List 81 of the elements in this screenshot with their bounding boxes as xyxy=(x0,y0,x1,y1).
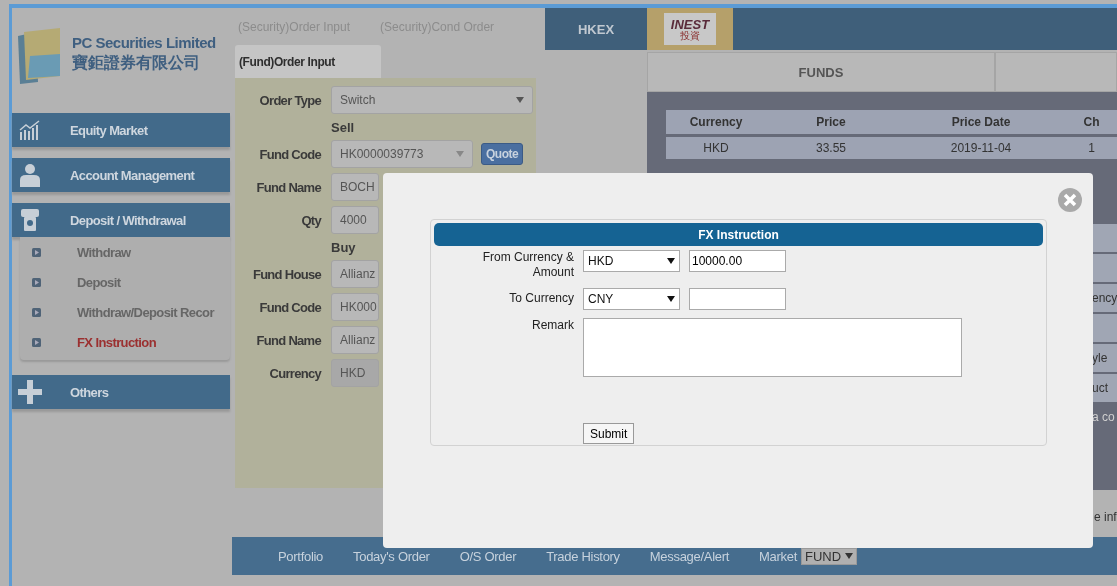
blank-tab[interactable] xyxy=(995,52,1117,92)
field-label: Fund Name xyxy=(255,179,323,195)
amount-field[interactable]: 10000.00 xyxy=(689,250,786,272)
sidebar-menu-item[interactable]: Others xyxy=(12,375,230,409)
sidebar-menu-item[interactable]: Deposit / Withdrawal xyxy=(12,203,230,237)
field-label: From Currency & Amount xyxy=(481,250,574,280)
input-field[interactable]: BOCH xyxy=(331,173,379,201)
dialog-title: FX Instruction xyxy=(434,223,1043,246)
field-label: Order Type xyxy=(258,92,323,108)
fund-code-combo[interactable]: HK0000039773 xyxy=(331,140,473,168)
chart-icon xyxy=(19,120,41,140)
caret-icon xyxy=(845,553,854,559)
input-field[interactable]: Allianz xyxy=(331,260,379,288)
table-cell: uct xyxy=(1092,374,1117,402)
field-label: Qty xyxy=(300,212,323,228)
note-text: a co xyxy=(1092,410,1116,424)
sidebar-menu-item[interactable]: Equity Market xyxy=(12,113,230,147)
quote-button[interactable]: Quote xyxy=(481,143,524,165)
column-header: Price Date xyxy=(950,115,1012,129)
company-name-chinese: 寶鉅證券有限公司 xyxy=(72,53,201,73)
section-heading: Buy xyxy=(331,239,356,255)
close-icon[interactable] xyxy=(1057,187,1083,213)
table-cell-text: 1 xyxy=(1087,141,1096,155)
submenu-item[interactable]: Withdraw xyxy=(20,237,230,267)
input-field[interactable]: HK000 xyxy=(331,293,379,321)
field-label: Fund Name xyxy=(255,332,323,348)
caret-icon xyxy=(667,296,675,302)
footer-text: e inf xyxy=(1094,510,1117,524)
market-label: Market xyxy=(759,548,797,564)
input-field[interactable]: 4000 xyxy=(331,206,379,234)
table-cell-text: 33.55 xyxy=(815,141,847,155)
remark-field[interactable] xyxy=(583,318,962,377)
field-label: To Currency xyxy=(508,290,574,306)
column-header: Currency xyxy=(688,115,744,129)
table-cell xyxy=(1092,224,1117,252)
bullet-icon xyxy=(32,307,41,317)
company-name: PC Securities Limited xyxy=(72,34,216,51)
caret-icon xyxy=(516,97,524,103)
order-tab[interactable]: (Fund)Order Input xyxy=(235,45,381,78)
bullet-icon xyxy=(32,337,41,347)
bullet-icon xyxy=(32,247,41,257)
table-cell-text: 2019-11-04 xyxy=(949,141,1013,155)
caret-icon xyxy=(456,151,464,157)
funds-tab[interactable]: FUNDS xyxy=(647,52,995,92)
field-label: Currency xyxy=(268,365,323,381)
submenu-item[interactable]: Deposit xyxy=(20,267,230,297)
order-type-select[interactable]: Switch xyxy=(331,86,533,114)
caret-icon xyxy=(667,258,675,264)
sidebar-menu-item[interactable]: Account Management xyxy=(12,158,230,192)
plus-icon xyxy=(18,380,42,404)
column-header: Price xyxy=(815,115,847,129)
market-tab[interactable]: HKEX xyxy=(545,8,647,50)
logo-word-chinese: 投資 xyxy=(680,30,700,41)
input-field[interactable]: HKD xyxy=(331,359,379,387)
table-cell: ency xyxy=(1092,284,1117,312)
nav-link[interactable]: Trade History xyxy=(546,548,620,564)
submenu-item[interactable]: Withdraw/Deposit Recor xyxy=(20,297,230,327)
input-field[interactable]: Allianz xyxy=(331,326,379,354)
section-heading: Sell xyxy=(331,119,355,135)
nav-link[interactable]: Portfolio xyxy=(278,548,323,564)
field-label: Fund House xyxy=(251,266,323,282)
table-cell xyxy=(1092,314,1117,342)
person-icon xyxy=(20,163,40,187)
logo-tab[interactable]: INEST 投資 xyxy=(647,8,733,50)
table-cell: yle xyxy=(1092,344,1117,372)
currency-select[interactable]: CNY xyxy=(583,288,680,310)
nav-link[interactable]: Message/Alert xyxy=(649,548,729,564)
table-cell xyxy=(1092,254,1117,282)
submenu-item[interactable]: FX Instruction xyxy=(20,327,230,357)
logo-word: INEST xyxy=(670,17,710,31)
table-cell-text: HKD xyxy=(702,141,730,155)
nav-link[interactable]: Today's Order xyxy=(353,548,430,564)
nav-link[interactable]: O/S Order xyxy=(459,548,517,564)
field-label: Remark xyxy=(531,318,574,333)
submit-button[interactable]: Submit xyxy=(583,423,635,444)
field-label: Fund Code xyxy=(258,146,323,162)
field-label: Fund Code xyxy=(258,299,323,315)
column-header: Ch xyxy=(1082,115,1101,129)
amount-field[interactable] xyxy=(689,288,786,310)
currency-select[interactable]: HKD xyxy=(583,250,680,272)
bullet-icon xyxy=(32,277,41,287)
